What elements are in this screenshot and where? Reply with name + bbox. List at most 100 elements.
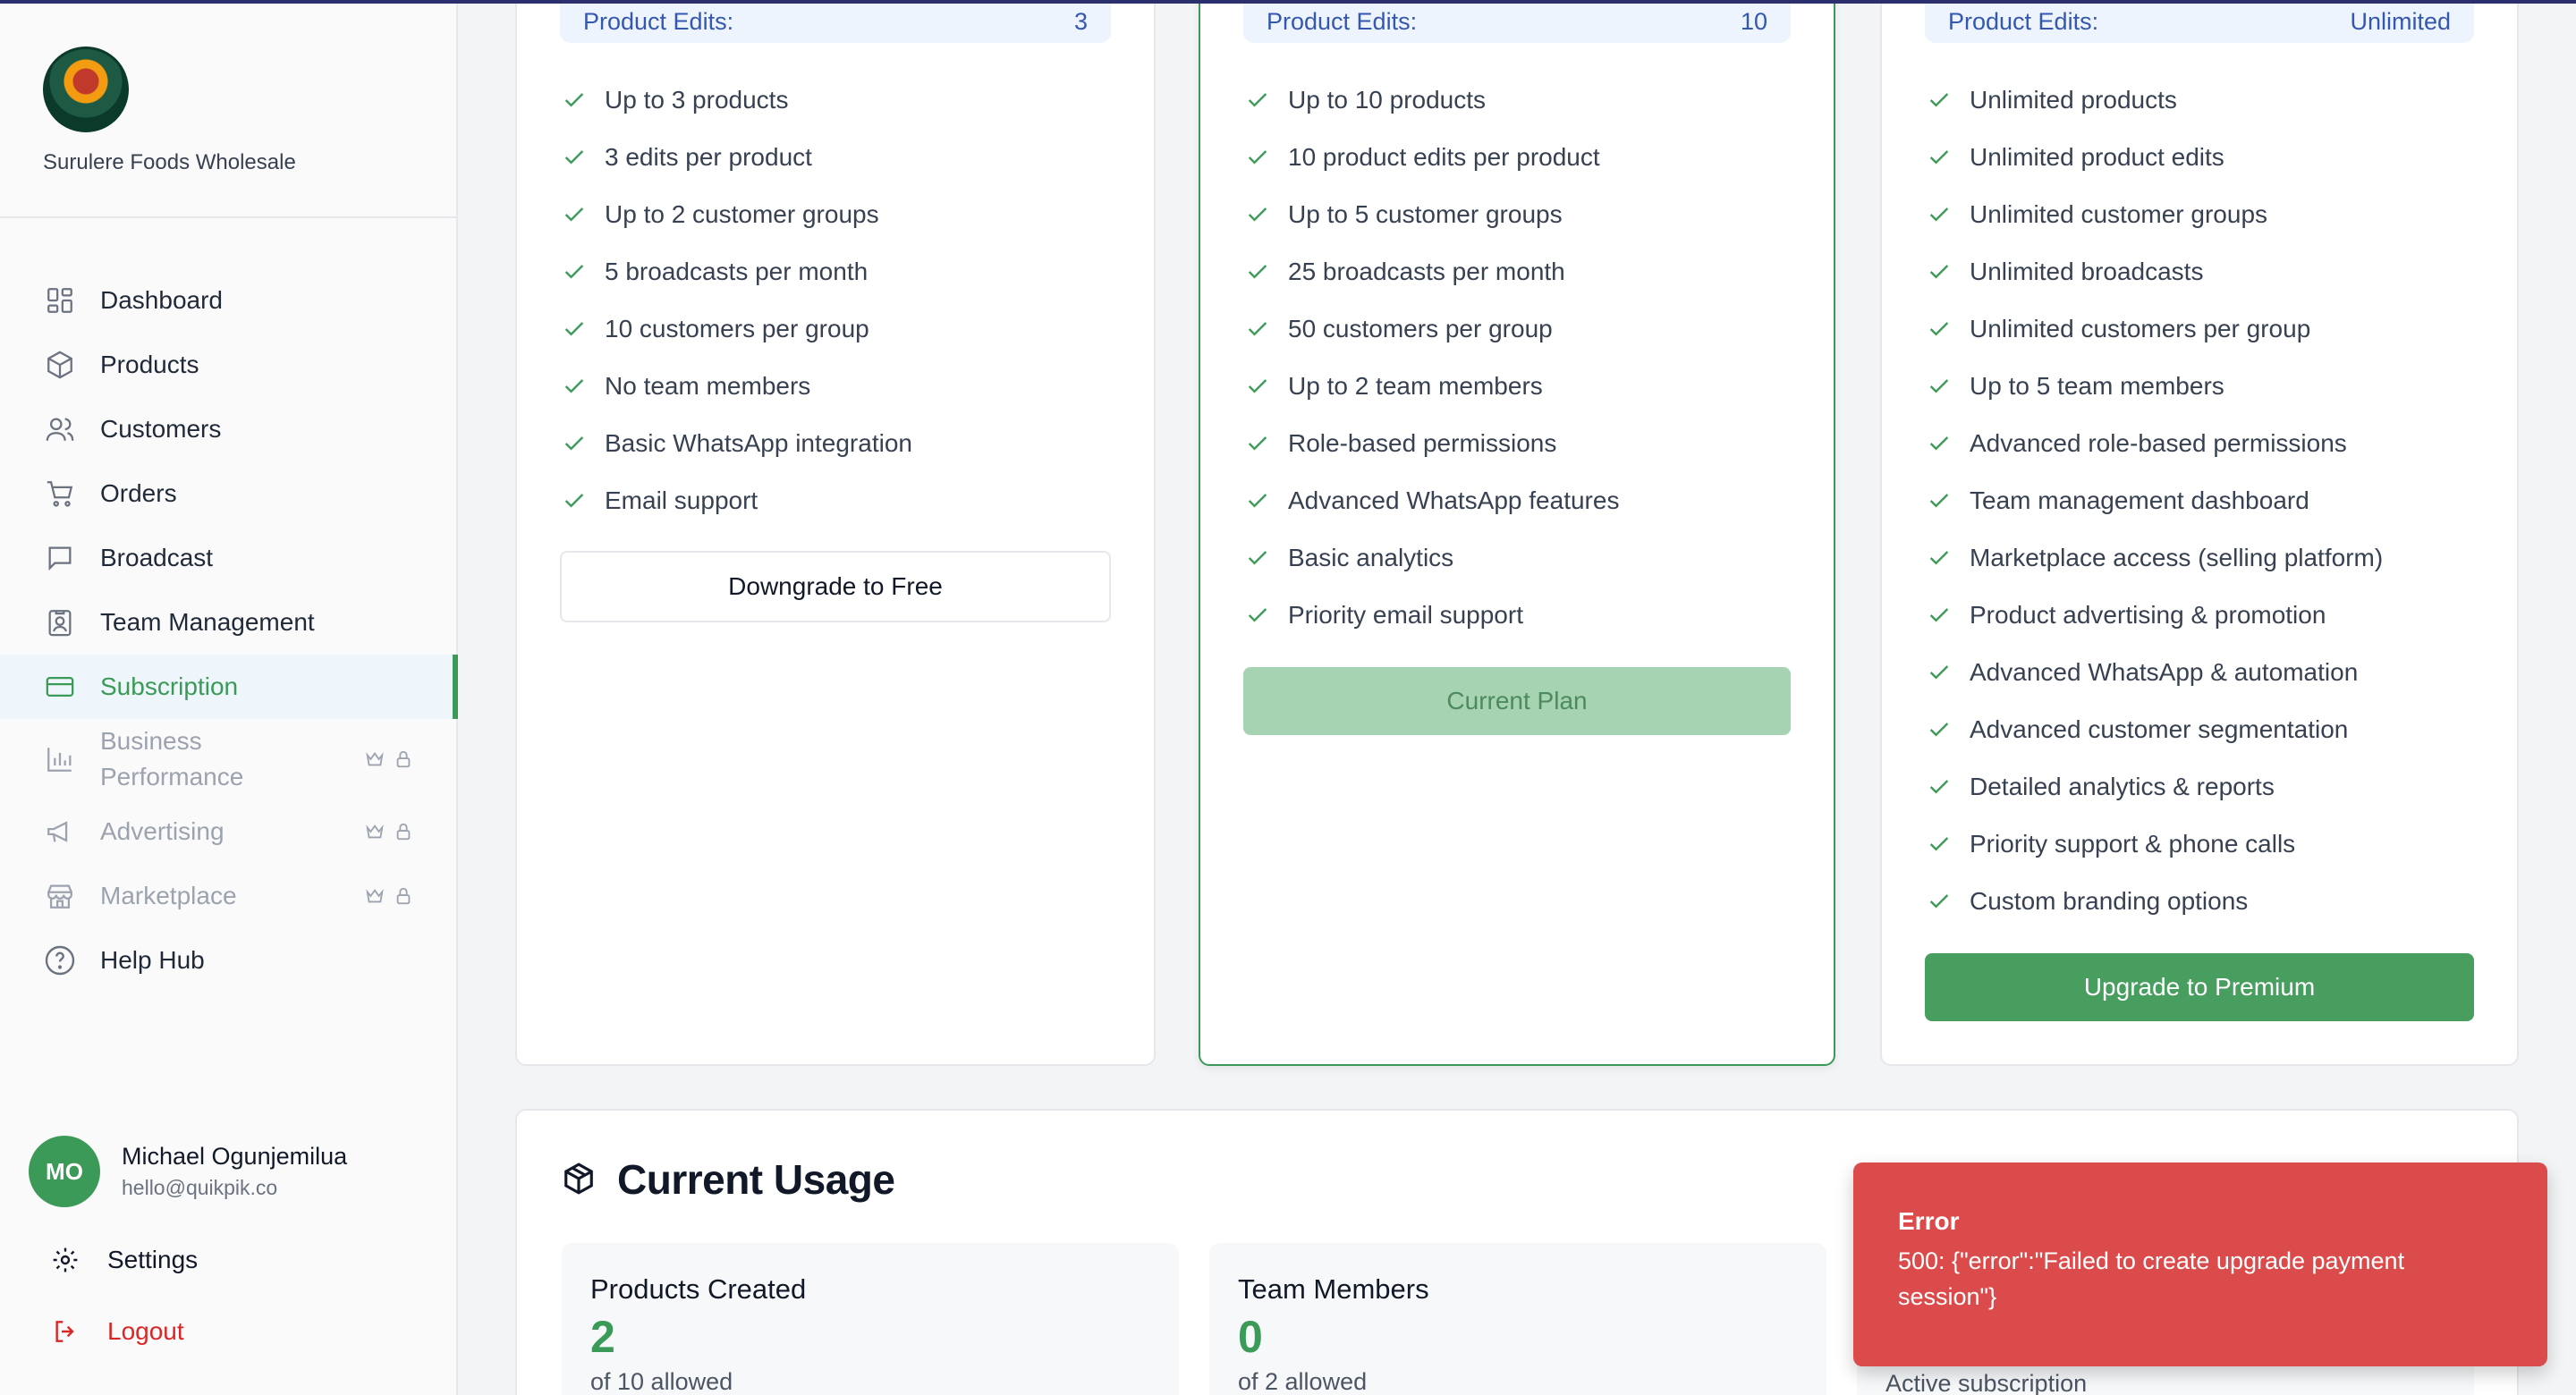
user-email: hello@quikpik.co	[122, 1176, 278, 1199]
feature-list: Unlimited products Unlimited product edit…	[1927, 72, 2383, 930]
product-edits-value: 3	[1073, 8, 1088, 35]
feature-item: Basic WhatsApp integration	[562, 415, 912, 472]
feature-text: 3 edits per product	[605, 143, 812, 171]
sidebar-item-marketplace[interactable]: Marketplace	[0, 864, 456, 928]
check-icon	[562, 431, 587, 456]
error-toast[interactable]: Error 500: {"error":"Failed to create up…	[1853, 1162, 2547, 1366]
check-icon	[1927, 145, 1952, 170]
sidebar-item-orders[interactable]: Orders	[0, 461, 456, 526]
feature-item: Role-based permissions	[1245, 415, 1619, 472]
feature-item: Up to 10 products	[1245, 72, 1619, 129]
feature-text: Unlimited customers per group	[1970, 315, 2311, 342]
check-icon	[1927, 488, 1952, 513]
check-icon	[1245, 145, 1270, 170]
sidebar-item-label: Team Management	[100, 608, 315, 636]
sidebar-nav: Dashboard Products Customers Orders Broa…	[0, 218, 458, 993]
feature-text: Up to 2 team members	[1288, 372, 1543, 400]
check-icon	[562, 488, 587, 513]
feature-item: 3 edits per product	[562, 129, 912, 186]
feature-item: Detailed analytics & reports	[1927, 758, 2383, 816]
crown-icon	[366, 752, 384, 766]
lock-icon	[396, 750, 411, 768]
current-plan-button[interactable]: Current Plan	[1243, 667, 1791, 735]
credit-card-icon	[43, 670, 77, 704]
feature-item: Up to 5 customer groups	[1245, 186, 1619, 243]
check-icon	[1245, 374, 1270, 399]
brand-name: Surulere Foods Wholesale	[43, 150, 296, 174]
product-edits-value: 10	[1740, 8, 1767, 35]
stat-value: 2	[590, 1312, 615, 1362]
sidebar-item-dashboard[interactable]: Dashboard	[0, 268, 456, 333]
logout-link[interactable]: Logout	[50, 1316, 184, 1347]
feature-item: 5 broadcasts per month	[562, 243, 912, 300]
sidebar-item-label: Orders	[100, 479, 177, 507]
check-icon	[562, 259, 587, 284]
upgrade-to-premium-button[interactable]: Upgrade to Premium	[1925, 953, 2474, 1021]
feature-text: No team members	[605, 372, 811, 400]
sidebar-item-team-management[interactable]: Team Management	[0, 590, 456, 655]
feature-item: Up to 2 customer groups	[562, 186, 912, 243]
feature-text: Advanced WhatsApp & automation	[1970, 658, 2359, 686]
brand-logo[interactable]	[43, 46, 129, 132]
sidebar-item-label: Dashboard	[100, 286, 223, 314]
stat-subtext: of 10 allowed	[590, 1368, 733, 1395]
premium-lock-badge	[365, 749, 413, 769]
lock-icon	[396, 887, 411, 905]
stat-value: 0	[1238, 1312, 1263, 1362]
lock-icon	[396, 823, 411, 841]
sidebar-item-label: Business Performance	[100, 727, 244, 790]
megaphone-icon	[43, 815, 77, 849]
feature-text: Advanced role-based permissions	[1970, 429, 2347, 457]
sidebar-item-label: Customers	[100, 415, 222, 443]
sidebar-item-label: Marketplace	[100, 882, 237, 909]
sidebar-item-label: Subscription	[100, 672, 239, 700]
feature-item: Up to 5 team members	[1927, 358, 2383, 415]
help-circle-icon	[43, 943, 77, 977]
logout-label: Logout	[107, 1317, 184, 1345]
premium-lock-badge	[365, 886, 413, 906]
sidebar-item-customers[interactable]: Customers	[0, 397, 456, 461]
check-icon	[1927, 832, 1952, 857]
feature-list: Up to 10 products 10 product edits per pr…	[1245, 72, 1619, 644]
feature-text: Unlimited customer groups	[1970, 200, 2268, 228]
plan-card-current: Product Edits: 10 Up to 10 products 10 pr…	[1199, 0, 1835, 1066]
dashboard-icon	[43, 283, 77, 317]
feature-text: Up to 5 team members	[1970, 372, 2224, 400]
user-profile[interactable]: MO Michael Ogunjemilua hello@quikpik.co	[29, 1136, 347, 1207]
check-icon	[1927, 374, 1952, 399]
feature-item: Priority support & phone calls	[1927, 816, 2383, 873]
check-icon	[562, 145, 587, 170]
sidebar-item-broadcast[interactable]: Broadcast	[0, 526, 456, 590]
check-icon	[1927, 889, 1952, 914]
feature-text: 5 broadcasts per month	[605, 258, 869, 285]
store-icon	[43, 879, 77, 913]
check-icon	[1245, 88, 1270, 113]
feature-item: Email support	[562, 472, 912, 529]
sidebar-item-help-hub[interactable]: Help Hub	[0, 928, 456, 993]
feature-item: Advanced role-based permissions	[1927, 415, 2383, 472]
feature-item: Advanced WhatsApp features	[1245, 472, 1619, 529]
feature-text: Marketplace access (selling platform)	[1970, 544, 2384, 571]
feature-text: Team management dashboard	[1970, 486, 2309, 514]
product-edits-bar: Product Edits: Unlimited	[1925, 0, 2474, 43]
feature-text: Priority email support	[1288, 601, 1523, 629]
feature-text: Product advertising & promotion	[1970, 601, 2326, 629]
feature-text: 10 product edits per product	[1288, 143, 1600, 171]
sidebar-item-subscription[interactable]: Subscription	[0, 655, 458, 719]
gear-icon	[50, 1245, 80, 1275]
sidebar-item-business-performance[interactable]: Business Performance	[0, 719, 456, 799]
check-icon	[562, 374, 587, 399]
check-icon	[1245, 545, 1270, 571]
feature-item: Up to 2 team members	[1245, 358, 1619, 415]
feature-text: Up to 3 products	[605, 86, 789, 114]
feature-item: Marketplace access (selling platform)	[1927, 529, 2383, 587]
feature-text: Basic analytics	[1288, 544, 1454, 571]
sidebar-item-label: Advertising	[100, 817, 225, 845]
check-icon	[1927, 259, 1952, 284]
product-edits-value: Unlimited	[2350, 8, 2451, 35]
settings-link[interactable]: Settings	[50, 1245, 198, 1275]
downgrade-button[interactable]: Downgrade to Free	[560, 551, 1111, 622]
sidebar-item-advertising[interactable]: Advertising	[0, 799, 456, 864]
current-usage-title: Current Usage	[617, 1156, 895, 1203]
sidebar-item-products[interactable]: Products	[0, 333, 456, 397]
